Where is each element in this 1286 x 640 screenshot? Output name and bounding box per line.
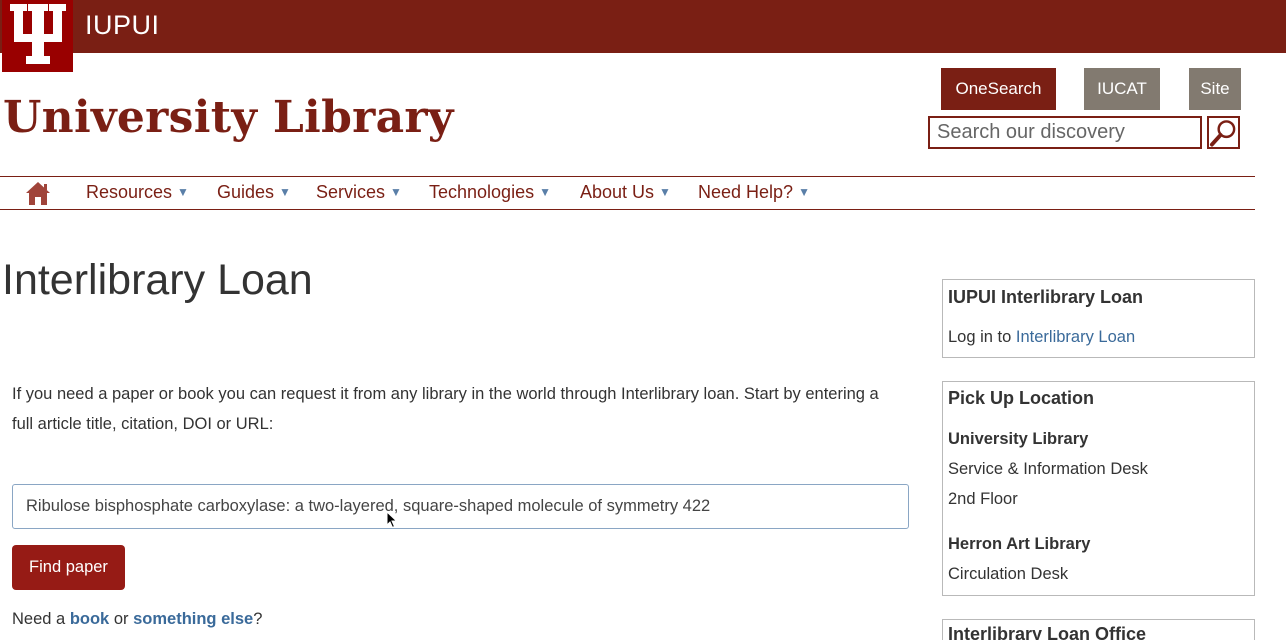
top-bar: IUPUI <box>0 0 1286 72</box>
caret-down-icon: ▼ <box>279 185 291 199</box>
iu-trident-logo[interactable] <box>2 0 73 72</box>
page-title: Interlibrary Loan <box>2 256 313 304</box>
book-link[interactable]: book <box>70 610 109 628</box>
tab-onesearch[interactable]: OneSearch <box>941 68 1056 110</box>
nav-home[interactable] <box>24 180 52 206</box>
intro-text: If you need a paper or book you can requ… <box>12 385 879 433</box>
location-detail: Service & Information Desk <box>948 460 1148 478</box>
need-other-line: Need a book or something else? <box>12 610 263 628</box>
article-query-input[interactable] <box>12 484 909 529</box>
location-name: University Library <box>948 430 1089 448</box>
discovery-search-input[interactable] <box>928 116 1202 149</box>
pickup-location-box: Pick Up Location University Library Serv… <box>942 381 1255 596</box>
location-name: Herron Art Library <box>948 535 1091 553</box>
search-button[interactable] <box>1207 116 1240 149</box>
ill-office-title: Interlibrary Loan Office <box>948 624 1147 640</box>
location-detail: Circulation Desk <box>948 565 1069 583</box>
campus-name[interactable]: IUPUI <box>85 10 160 41</box>
nav-need-help[interactable]: Need Help? ▼ <box>698 182 810 203</box>
ill-box-title: IUPUI Interlibrary Loan <box>948 287 1144 307</box>
location-detail: 2nd Floor <box>948 490 1018 508</box>
caret-down-icon: ▼ <box>390 185 402 199</box>
caret-down-icon: ▼ <box>539 185 551 199</box>
tab-iucat[interactable]: IUCAT <box>1084 68 1160 110</box>
nav-resources[interactable]: Resources ▼ <box>86 182 189 203</box>
nav-about-us[interactable]: About Us ▼ <box>580 182 671 203</box>
something-else-link[interactable]: something else <box>133 610 253 628</box>
caret-down-icon: ▼ <box>798 185 810 199</box>
nav-services[interactable]: Services ▼ <box>316 182 402 203</box>
ill-login-box: IUPUI Interlibrary Loan Log in to Interl… <box>942 279 1255 358</box>
search-icon <box>1209 119 1236 147</box>
library-title[interactable]: University Library <box>3 92 454 143</box>
nav-technologies[interactable]: Technologies ▼ <box>429 182 551 203</box>
find-paper-button[interactable]: Find paper <box>12 545 125 590</box>
pickup-title: Pick Up Location <box>948 388 1095 408</box>
tab-site[interactable]: Site <box>1189 68 1241 110</box>
ill-login-link[interactable]: Interlibrary Loan <box>1016 328 1135 346</box>
main-nav: Resources ▼ Guides ▼ Services ▼ Technologie… <box>0 176 1255 210</box>
mouse-cursor-icon <box>386 511 398 529</box>
caret-down-icon: ▼ <box>177 185 189 199</box>
nav-guides[interactable]: Guides ▼ <box>217 182 291 203</box>
trident-icon <box>9 4 66 64</box>
caret-down-icon: ▼ <box>659 185 671 199</box>
ill-office-box: Interlibrary Loan Office <box>942 619 1255 640</box>
home-icon <box>26 182 50 205</box>
login-line: Log in to Interlibrary Loan <box>948 328 1136 346</box>
